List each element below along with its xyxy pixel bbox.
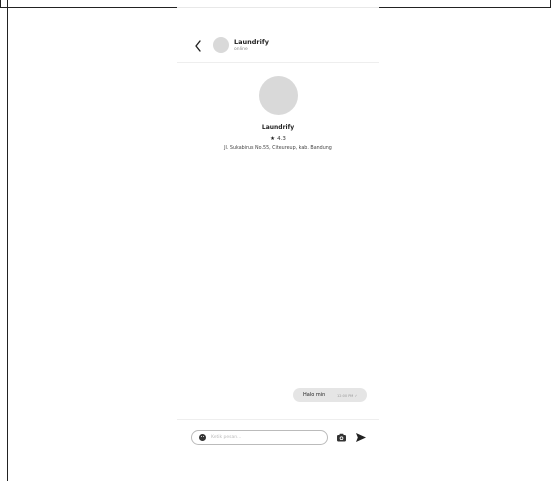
star-icon: ★ (270, 136, 276, 142)
chevron-left-icon[interactable] (193, 39, 203, 53)
message-time: 12:00 PM ✓ (337, 393, 358, 398)
message-input[interactable]: Ketik pesan... (191, 430, 328, 445)
chat-screen: Laundrify online Laundrify ★ 4.3 Jl. Suka… (177, 0, 379, 481)
left-border (7, 0, 8, 481)
message-bubble[interactable]: Halo min 12:00 PM ✓ (293, 388, 367, 402)
status-bar-edge (177, 7, 379, 8)
emoji-icon[interactable] (199, 434, 206, 441)
message-text: Halo min (303, 392, 326, 398)
rating-value: 4.3 (277, 136, 286, 142)
chat-header: Laundrify online (177, 30, 379, 63)
profile-name: Laundrify (261, 124, 295, 131)
composer-divider (177, 419, 379, 420)
profile-avatar (259, 76, 298, 115)
contact-name[interactable]: Laundrify (234, 38, 269, 46)
send-icon[interactable] (355, 432, 367, 443)
profile-rating: ★ 4.3 (177, 136, 379, 142)
input-placeholder: Ketik pesan... (211, 435, 242, 440)
avatar[interactable] (213, 37, 229, 53)
contact-status: online (234, 47, 248, 52)
screen: Laundrify online Laundrify ★ 4.3 Jl. Suka… (0, 0, 551, 481)
camera-icon[interactable] (336, 432, 347, 443)
profile-address: Jl. Sukabirus No.55, Citeureup, kab. Ban… (224, 146, 332, 151)
corner-line (0, 0, 1, 8)
